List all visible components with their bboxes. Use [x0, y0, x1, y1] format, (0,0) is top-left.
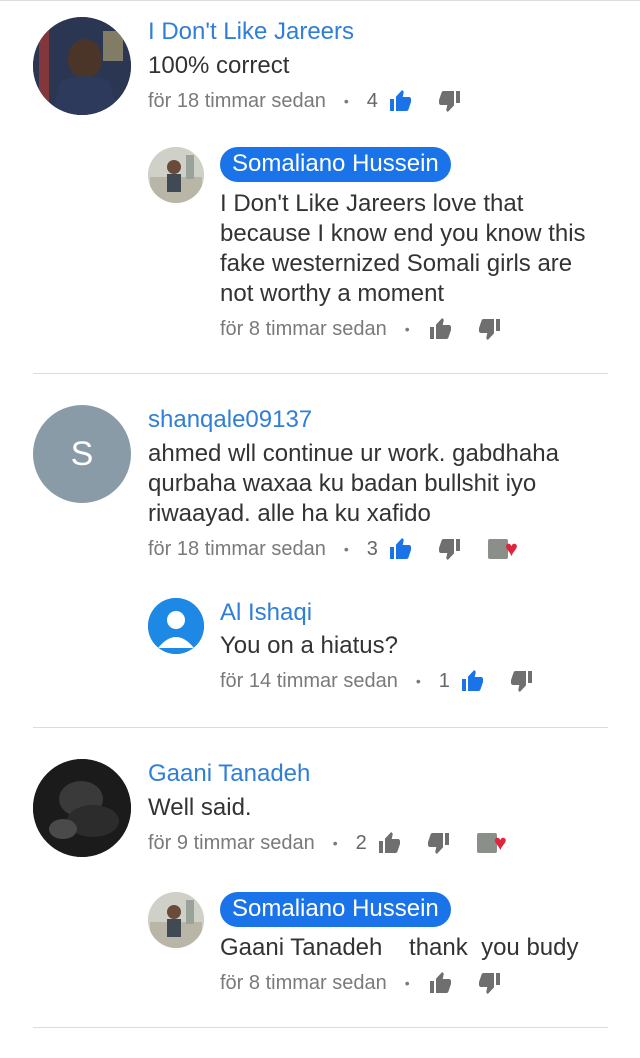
reply-avatar[interactable]: [148, 598, 204, 654]
comment-author[interactable]: shanqale09137: [148, 406, 312, 434]
avatar[interactable]: S: [33, 405, 131, 503]
comment-text: ahmed wll continue ur work. gabdhaha qur…: [148, 440, 559, 527]
thumbs-down-icon: [478, 317, 502, 341]
separator-dot: •: [404, 975, 410, 991]
thumbs-down-icon: [438, 89, 462, 113]
reply-author-creator[interactable]: Somaliano Hussein: [220, 147, 451, 182]
thumbs-up-icon: [428, 317, 452, 341]
thumbs-down-icon: [427, 831, 451, 855]
reply-time: för 14 timmar sedan: [220, 669, 398, 692]
like-button[interactable]: [460, 669, 484, 693]
comment-meta: för 18 timmar sedan • 3 ♥: [148, 537, 528, 561]
reply-meta: för 8 timmar sedan •: [220, 971, 528, 995]
reply-text: You on a hiatus?: [220, 632, 398, 659]
heart-icon: ♥: [504, 536, 518, 561]
like-count: 4: [366, 89, 378, 112]
reply-avatar[interactable]: [148, 892, 204, 948]
creator-heart-badge: ♥: [476, 830, 517, 855]
separator-dot: •: [415, 673, 421, 689]
thread-divider: [33, 1027, 608, 1028]
avatar[interactable]: [33, 17, 131, 115]
avatar[interactable]: [33, 759, 131, 857]
thumbs-up-icon: [428, 971, 452, 995]
separator-dot: •: [343, 541, 349, 557]
reply-avatar[interactable]: [148, 147, 204, 203]
like-count: 1: [438, 669, 450, 692]
comment-text: 100% correct: [148, 52, 290, 79]
comment-meta: för 18 timmar sedan • 4: [148, 89, 488, 113]
reply-author[interactable]: Al Ishaqi: [220, 599, 312, 627]
reply-meta: för 8 timmar sedan •: [220, 317, 528, 341]
dislike-button[interactable]: [438, 89, 462, 113]
dislike-button[interactable]: [438, 537, 462, 561]
thumbs-up-icon: [377, 831, 401, 855]
reply-time: för 8 timmar sedan: [220, 971, 387, 994]
comment-author[interactable]: I Don't Like Jareers: [148, 18, 354, 46]
comment-time: för 9 timmar sedan: [148, 831, 315, 854]
like-button[interactable]: [428, 971, 452, 995]
like-button[interactable]: [428, 317, 452, 341]
thumbs-down-icon: [510, 669, 534, 693]
dislike-button[interactable]: [427, 831, 451, 855]
separator-dot: •: [343, 93, 349, 109]
comment-text: Well said.: [148, 794, 252, 821]
comment-meta: för 9 timmar sedan • 2 ♥: [148, 831, 517, 855]
reply-author-creator[interactable]: Somaliano Hussein: [220, 892, 451, 927]
avatar-letter: S: [70, 434, 94, 473]
thumbs-down-icon: [478, 971, 502, 995]
dislike-button[interactable]: [478, 971, 502, 995]
like-button[interactable]: [377, 831, 401, 855]
creator-heart-badge: ♥: [487, 536, 528, 561]
comment-time: för 18 timmar sedan: [148, 537, 326, 560]
thread-divider: [33, 727, 608, 728]
thumbs-down-icon: [438, 537, 462, 561]
separator-dot: •: [404, 321, 410, 337]
reply-meta: för 14 timmar sedan • 1: [220, 669, 560, 693]
thumbs-up-icon: [388, 89, 412, 113]
reply-text: I Don't Like Jareers love that because I…: [220, 190, 586, 307]
thumbs-up-icon: [388, 537, 412, 561]
thumbs-up-icon: [460, 669, 484, 693]
comment-time: för 18 timmar sedan: [148, 89, 326, 112]
reply-text: Gaani Tanadeh thank you budy: [220, 934, 579, 961]
separator-dot: •: [332, 835, 338, 851]
heart-icon: ♥: [493, 830, 507, 855]
comment-author[interactable]: Gaani Tanadeh: [148, 760, 310, 788]
thread-divider: [33, 373, 608, 374]
dislike-button[interactable]: [478, 317, 502, 341]
like-button[interactable]: [388, 537, 412, 561]
like-count: 2: [355, 831, 367, 854]
like-button[interactable]: [388, 89, 412, 113]
dislike-button[interactable]: [510, 669, 534, 693]
like-count: 3: [366, 537, 378, 560]
reply-time: för 8 timmar sedan: [220, 317, 387, 340]
